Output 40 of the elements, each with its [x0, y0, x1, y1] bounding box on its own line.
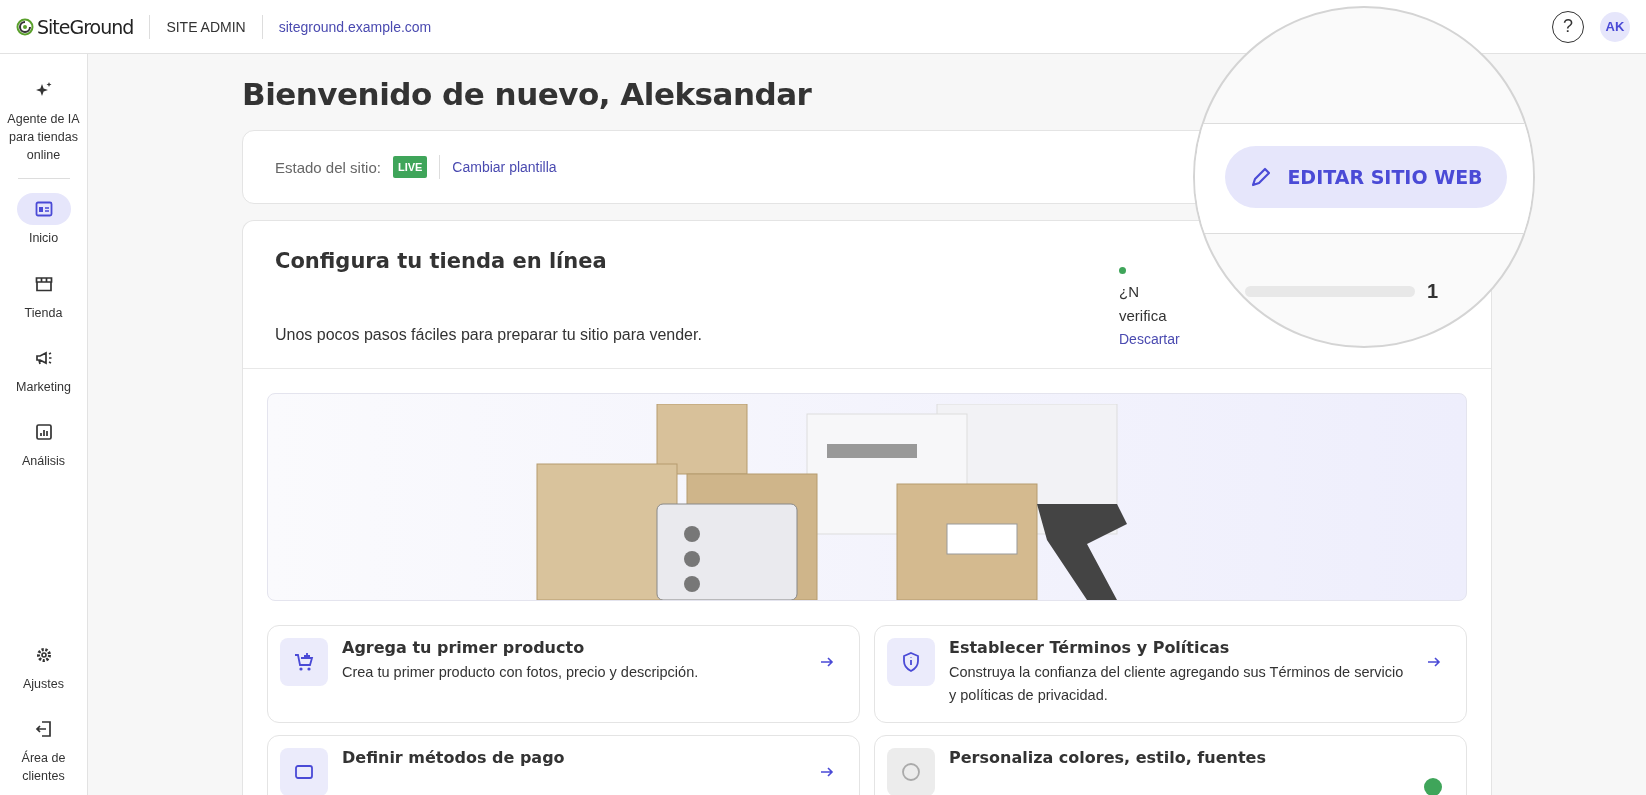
logout-icon	[33, 718, 54, 739]
setup-title: Configura tu tienda en línea	[275, 249, 608, 273]
sidebar-item[interactable]: Tienda	[5, 267, 82, 322]
sidebar-item[interactable]: Área de clientes	[5, 712, 82, 785]
progress-reading: 1	[1427, 280, 1439, 303]
live-badge: LIVE	[392, 156, 428, 178]
task-title: Definir métodos de pago	[342, 748, 566, 767]
setup-task-card[interactable]: Personaliza colores, estilo, fuentes	[874, 735, 1467, 795]
domain-link[interactable]: siteground.example.com	[278, 18, 432, 35]
welcome-heading: Bienvenido de nuevo, Aleksandar	[242, 76, 813, 112]
edit-site-button[interactable]: EDITAR SITIO WEB	[1225, 146, 1507, 208]
section-label: SITE ADMIN	[166, 18, 246, 35]
sidebar-item[interactable]: Análisis	[5, 415, 82, 470]
task-title: Establecer Términos y Políticas	[949, 638, 1231, 657]
palette-icon	[900, 761, 922, 783]
logo-swirl-icon	[16, 17, 34, 36]
sidebar-item[interactable]: Ajustes	[5, 638, 82, 693]
status-label: Estado del sitio:	[275, 158, 381, 176]
sidebar-item[interactable]: Inicio	[5, 193, 82, 248]
sidebar-item[interactable]: Marketing	[5, 341, 82, 396]
setup-task-card[interactable]: Establecer Términos y Políticas Construya la confianza del cliente agregando sus Términos de servicio y políticas de privacidad.	[874, 625, 1467, 723]
logo-text[interactable]: SiteGround	[37, 15, 134, 38]
help-button[interactable]: ?	[1552, 10, 1584, 43]
setup-task-card[interactable]: Definir métodos de pago	[267, 735, 860, 795]
user-avatar[interactable]: AK	[1600, 11, 1630, 42]
task-title: Agrega tu primer producto	[342, 638, 586, 657]
task-title: Personaliza colores, estilo, fuentes	[949, 748, 1267, 767]
notice-text: ¿N	[1119, 282, 1139, 302]
change-template-link[interactable]: Cambiar plantilla	[452, 159, 557, 175]
status-dot	[1119, 267, 1126, 274]
task-description: Crea tu primer producto con fotos, precio y descripción.	[342, 663, 700, 682]
shield-icon	[900, 651, 922, 673]
task-description: Construya la confianza del cliente agregando sus Términos de servicio y políticas de privacidad.	[949, 663, 1405, 706]
chart-icon	[33, 421, 54, 442]
sidebar-item[interactable]: Agente de IA para tiendas online	[5, 74, 82, 165]
setup-task-card[interactable]: Agrega tu primer producto Crea tu primer producto con fotos, precio y descripción.	[267, 625, 860, 723]
cart-plus-icon	[293, 651, 315, 673]
dismiss-link[interactable]: Descartar	[1119, 328, 1180, 351]
setup-subtitle: Unos pocos pasos fáciles para preparar tu sitio para vender.	[275, 326, 703, 344]
notice-text: verifica	[1119, 306, 1167, 326]
